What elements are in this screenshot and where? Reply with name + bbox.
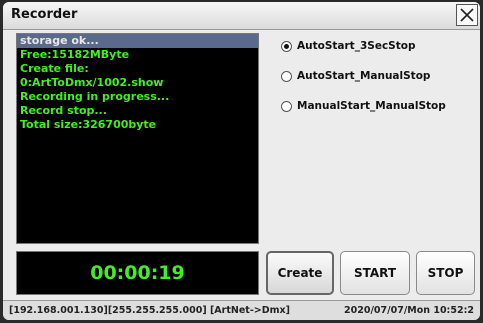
create-button[interactable]: Create [266,251,334,295]
elapsed-timer: 00:00:19 [16,251,259,295]
recorder-window: Recorder storage ok... Free:15182MByte C… [3,2,480,320]
log-line: Record stop... [20,104,107,117]
log-line: 0:ArtToDmx/1002.show [20,76,164,89]
radio-button[interactable] [281,40,292,52]
option-manualstart-manualstop[interactable]: ManualStart_ManualStop [281,97,446,115]
date-time: 2020/07/07/Mon 10:52:2 [344,305,474,316]
radio-button[interactable] [281,70,292,82]
stop-button[interactable]: STOP [416,251,475,295]
log-line: Free:15182MByte [20,48,130,61]
window-title: Recorder [11,7,78,22]
radio-button[interactable] [281,100,292,112]
log-panel[interactable]: storage ok... Free:15182MByte Create fil… [16,33,259,244]
option-label: ManualStart_ManualStop [297,100,446,112]
option-label: AutoStart_ManualStop [297,70,431,82]
log-line: Create file: [20,62,89,75]
log-line: Total size:326700byte [20,118,157,131]
option-autostart-manualstop[interactable]: AutoStart_ManualStop [281,67,430,85]
option-autostart-3secstop[interactable]: AutoStart_3SecStop [281,37,415,55]
network-status: [192.168.001.130][255.255.255.000] [ArtN… [9,305,290,316]
log-line: Recording in progress... [20,90,170,103]
option-label: AutoStart_3SecStop [297,40,416,52]
start-button[interactable]: START [340,251,410,295]
close-icon [460,8,474,22]
close-button[interactable] [456,4,478,26]
title-bar: Recorder [3,2,480,30]
status-bar: [192.168.001.130][255.255.255.000] [ArtN… [3,300,480,320]
log-line: storage ok... [17,34,258,48]
